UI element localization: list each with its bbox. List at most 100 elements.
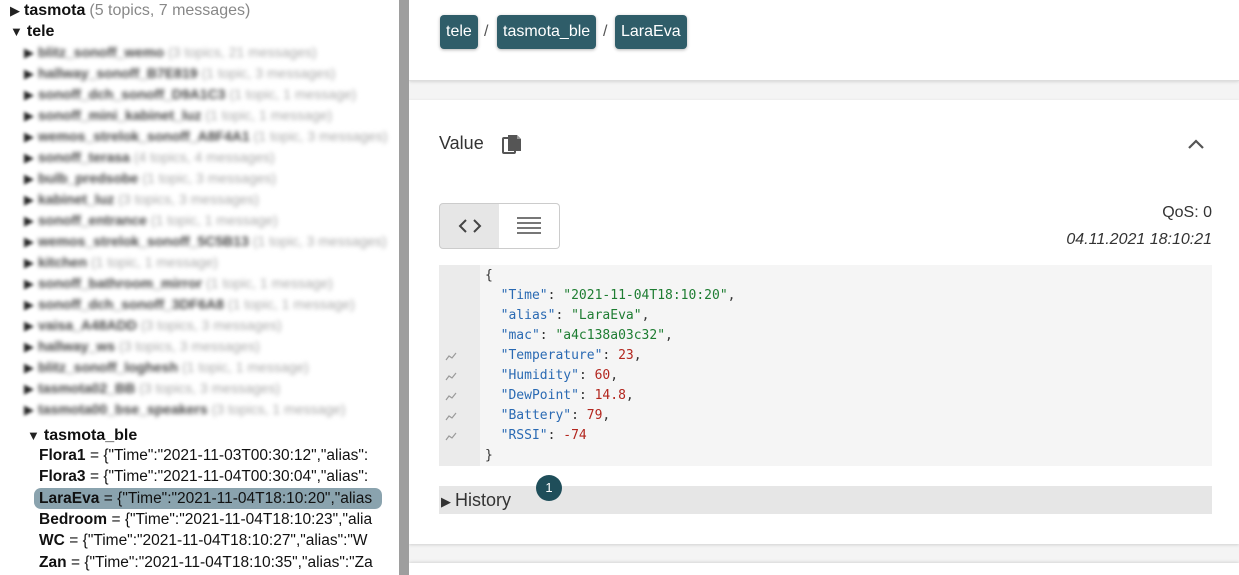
tree-node-label: wemos_strelok_sonoff_A8F4A1 — [38, 128, 250, 144]
tree-node-tasmota[interactable]: ▶ tasmota (5 topics, 7 messages) — [10, 0, 250, 21]
tree-node-meta: (3 topics, 3 messages) — [140, 317, 282, 333]
caret-right-icon: ▶ — [441, 494, 451, 509]
tree-node-meta: (1 topic, 3 messages) — [142, 170, 277, 186]
value-title: Value — [439, 133, 484, 153]
caret-right-icon: ▶ — [24, 66, 34, 81]
json-line: "Battery": 79, — [485, 406, 611, 426]
json-value: "LaraEva" — [571, 308, 642, 323]
leaf-key: Zan — [39, 553, 67, 571]
json-key: "Time" — [500, 288, 548, 303]
tree-node[interactable]: ▶ vaisa_A48ADD (3 topics, 3 messages) — [24, 315, 282, 336]
tree-node[interactable]: ▶ sonoff_dch_sonoff_3DF6A8 (1 topic, 1 mes… — [24, 294, 355, 315]
tree-node-meta: (1 topic, 3 messages) — [253, 128, 388, 144]
json-line: "Time": "2021-11-04T18:10:20", — [485, 286, 736, 306]
tree-node[interactable]: ▶ blitz_sonoff_wemo (3 topics, 21 messages… — [24, 42, 317, 63]
tree-node-meta: (1 topic, 1 message) — [182, 359, 309, 375]
tree-node[interactable]: ▶ hallway_sonoff_B7E819 (1 topic, 3 messag… — [24, 63, 335, 84]
caret-right-icon: ▶ — [24, 87, 34, 102]
json-comma: , — [641, 308, 650, 323]
tree-node[interactable]: ▶ sonoff_mini_kabinet_luz (1 topic, 1 mess… — [24, 105, 332, 126]
json-colon: : — [539, 328, 556, 343]
json-key: "alias" — [500, 308, 556, 323]
tree-node-label: tasmota02_BB — [38, 380, 136, 396]
tree-node-meta: (3 topics, 1 message) — [211, 401, 346, 417]
tree-node[interactable]: ▶ blitz_sonoff_loghesh (1 topic, 1 message… — [24, 357, 309, 378]
chart-icon[interactable] — [445, 411, 457, 421]
chevron-up-icon[interactable] — [1185, 136, 1207, 152]
code-view-button[interactable] — [439, 203, 501, 249]
caret-down-icon: ▼ — [10, 24, 23, 39]
caret-right-icon: ▶ — [24, 297, 34, 312]
tree-node[interactable]: ▶ kitchen (1 topic, 1 message) — [24, 252, 218, 273]
tree-leaf-bedroom[interactable]: Bedroom = {"Time":"2021-11-04T18:10:23",… — [39, 509, 372, 530]
tree-node-meta: (1 topic, 1 message) — [206, 275, 333, 291]
breadcrumb-item-tele[interactable]: tele — [440, 15, 478, 49]
copy-icon[interactable] — [502, 134, 522, 156]
tree-node-label: sonoff_mini_kabinet_luz — [38, 107, 202, 123]
leaf-value: = {"Time":"2021-11-04T18:10:27","alias":… — [69, 532, 368, 550]
caret-right-icon: ▶ — [24, 381, 34, 396]
tree-node[interactable]: ▶ sonoff_dch_sonoff_D9A1C3 (1 topic, 1 mes… — [24, 84, 356, 105]
tree-node-label: hallway_sonoff_B7E819 — [38, 65, 198, 81]
json-line: "DewPoint": 14.8, — [485, 386, 634, 406]
panel-splitter[interactable] — [399, 0, 409, 575]
breadcrumb-bar: tele / tasmota_ble / LaraEva — [409, 0, 1239, 81]
json-key: "DewPoint" — [500, 388, 579, 403]
chart-icon[interactable] — [445, 351, 457, 361]
history-count-badge: 1 — [536, 475, 562, 501]
chart-icon[interactable] — [445, 391, 457, 401]
tree-node-meta: (1 topic, 1 message) — [150, 212, 278, 228]
json-value: -74 — [563, 428, 587, 443]
tree-node-meta: (3 topics, 3 messages) — [119, 338, 260, 354]
tree-leaf-wc[interactable]: WC = {"Time":"2021-11-04T18:10:27","alia… — [39, 530, 368, 551]
leaf-value: = {"Time":"2021-11-03T00:30:12","alias": — [89, 447, 369, 464]
tree-node[interactable]: ▶ bulb_predsobe (1 topic, 3 messages) — [24, 168, 276, 189]
caret-right-icon: ▶ — [24, 108, 34, 123]
tree-node-meta: (1 topic, 1 message) — [91, 254, 218, 270]
lines-icon — [517, 217, 541, 234]
tree-leaf-zan[interactable]: Zan = {"Time":"2021-11-04T18:10:35","ali… — [39, 552, 373, 573]
qos-label: QoS: 0 — [1162, 204, 1212, 221]
raw-view-button[interactable] — [499, 203, 560, 249]
tree-node[interactable]: ▶ wemos_strelok_sonoff_5C5B13 (1 topic, 3 … — [24, 231, 387, 252]
tree-leaf-flora1[interactable]: Flora1 = {"Time":"2021-11-03T00:30:12","… — [39, 445, 368, 466]
json-colon: : — [571, 408, 587, 423]
json-key: "mac" — [500, 328, 540, 343]
json-colon: : — [555, 308, 572, 323]
tree-node[interactable]: ▶ sonoff_entrance (1 topic, 1 message) — [24, 210, 278, 231]
json-line: "alias": "LaraEva", — [485, 306, 650, 326]
json-value: 23 — [618, 348, 634, 363]
json-colon: : — [578, 388, 595, 403]
tree-node-label: tele — [26, 23, 55, 40]
leaf-key: LaraEva — [39, 489, 100, 507]
tree-node-meta: (1 topic, 1 message) — [227, 296, 355, 312]
tree-leaf-flora3[interactable]: Flora3 = {"Time":"2021-11-04T00:30:04","… — [39, 466, 368, 487]
chart-icon[interactable] — [445, 431, 457, 441]
tree-node[interactable]: ▶ tasmota02_BB (3 topics, 3 messages) — [24, 378, 280, 399]
json-comma: , — [727, 288, 736, 303]
tree-node[interactable]: ▶ hallway_ws (3 topics, 3 messages) — [24, 336, 260, 357]
leaf-value: = {"Time":"2021-11-04T18:10:23","alia — [111, 510, 373, 528]
tree-node[interactable]: ▶ kabinet_luz (3 topics, 3 messages) — [24, 189, 259, 210]
tree-node[interactable]: ▶ tasmota00_bse_speakers (3 topics, 1 mess… — [24, 399, 346, 420]
tree-node[interactable]: ▶ sonoff_terasa (4 topics, 4 messages) — [24, 147, 275, 168]
tree-leaf-laraeva[interactable]: LaraEva = {"Time":"2021-11-04T18:10:20",… — [34, 487, 383, 509]
tree-node-tele[interactable]: ▼ tele — [10, 21, 54, 42]
tree-node-label: vaisa_A48ADD — [38, 317, 137, 333]
caret-right-icon: ▶ — [24, 150, 34, 165]
tree-node-tasmota-ble[interactable]: ▼ tasmota_ble — [27, 425, 137, 446]
tree-node-label: tasmota — [24, 2, 86, 19]
tree-node-meta: (1 topic, 3 messages) — [201, 65, 336, 81]
tree-node[interactable]: ▶ sonoff_bathroom_mirror (1 topic, 1 messa… — [24, 273, 333, 294]
leaf-value: = {"Time":"2021-11-04T00:30:04","alias": — [89, 468, 369, 486]
json-key: "Temperature" — [500, 348, 603, 363]
json-key: "RSSI" — [500, 428, 548, 443]
chart-icon[interactable] — [445, 371, 457, 381]
detail-pane: tele / tasmota_ble / LaraEva Value QoS: … — [409, 0, 1239, 575]
breadcrumb-item-laraeva[interactable]: LaraEva — [615, 15, 687, 49]
caret-right-icon: ▶ — [24, 129, 34, 144]
caret-right-icon: ▶ — [24, 402, 34, 417]
breadcrumb-item-tasmota_ble[interactable]: tasmota_ble — [497, 15, 597, 49]
tree-node[interactable]: ▶ wemos_strelok_sonoff_A8F4A1 (1 topic, 3 … — [24, 126, 387, 147]
caret-down-icon: ▼ — [27, 428, 40, 443]
